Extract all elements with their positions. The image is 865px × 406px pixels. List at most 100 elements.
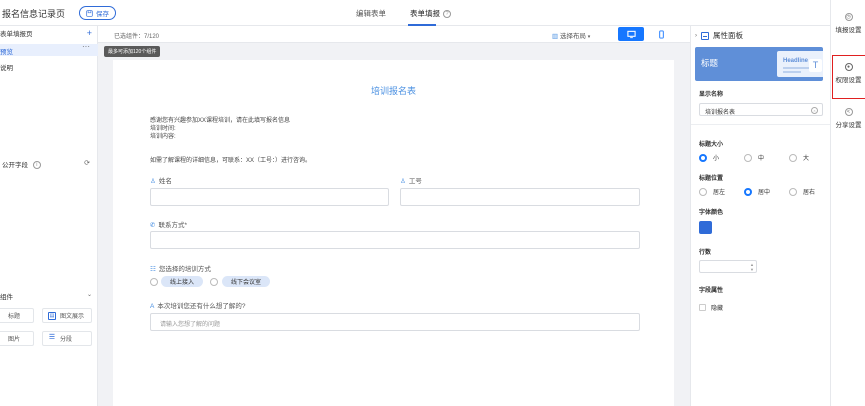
save-icon — [86, 9, 93, 17]
component-section-label: 分段 — [60, 337, 73, 343]
radio-unchecked — [789, 153, 797, 162]
radio-checked — [744, 187, 752, 196]
app-root: 报名信息记录页 保存 编辑表单 表单填报? 表单填报页 + 预览 ··· 说明 … — [0, 0, 865, 406]
info-icon[interactable]: i — [32, 161, 41, 170]
component-section-button[interactable]: ☰ 分段 — [42, 331, 92, 346]
title-size-label: 标题大小 — [699, 142, 724, 148]
phone-field-icon: ✆ — [150, 222, 156, 229]
desc-line: 培训内容: — [150, 134, 176, 140]
fill-settings-button[interactable]: ◷ 填报设置 — [831, 13, 865, 34]
radio-offline[interactable] — [210, 278, 218, 286]
person-icon: ♙ — [400, 178, 406, 185]
size-large-label: 大 — [803, 156, 810, 162]
position-right-label: 居右 — [803, 190, 816, 196]
display-name-label: 显示名称 — [699, 92, 724, 98]
component-image-button[interactable]: 图片 — [0, 331, 34, 346]
form-title[interactable]: 培训报名表 — [113, 84, 674, 97]
form-contact[interactable]: 如需了解课程的详细信息，可联系：XX（工号：）进行咨询。 — [150, 155, 311, 164]
tab-edit-form[interactable]: 编辑表单 — [356, 8, 386, 19]
display-name-input[interactable]: 培训报名表 × — [699, 103, 823, 116]
left-panel: 表单填报页 + 预览 ··· 说明 公开字段 i ⟳ 组件 ⌄ 标题 ▤ 图文展… — [0, 26, 98, 406]
rows-label: 行数 — [699, 250, 712, 256]
fill-settings-label: 填报设置 — [835, 27, 862, 34]
save-button[interactable]: 保存 — [79, 6, 116, 20]
hidden-checkbox[interactable] — [699, 304, 706, 311]
font-color-swatch[interactable] — [699, 221, 712, 234]
add-page-icon[interactable]: + — [87, 28, 92, 38]
public-fields-header: 公开字段 i ⟳ — [0, 159, 98, 171]
phone-input[interactable] — [150, 231, 640, 249]
component-limit-tooltip: 最多可添加120个组件 — [104, 46, 161, 57]
option-offline[interactable]: 线下会议室 — [222, 276, 271, 287]
banner-card-text: Headline — [783, 58, 809, 64]
mobile-view-button[interactable] — [648, 27, 674, 41]
position-center-radio[interactable]: 居中 — [744, 187, 770, 196]
training-mode-label: ☷ 您选择的培训方式 — [150, 263, 211, 273]
properties-title: 属性面板 — [713, 31, 743, 40]
share-settings-label: 分享设置 — [835, 122, 862, 129]
question-label-text: 本次培训您还有什么想了解的? — [157, 303, 246, 310]
layout-select[interactable]: ▥ 选择布局 ▾ — [552, 30, 590, 40]
size-small-radio[interactable]: 小 — [699, 153, 719, 162]
component-title-label: 标题 — [8, 314, 21, 320]
size-large-radio[interactable]: 大 — [789, 153, 809, 162]
refresh-icon[interactable]: ⟳ — [84, 159, 90, 167]
name-input[interactable] — [150, 188, 389, 206]
banner-title: 标题 — [701, 58, 719, 68]
list-icon: ☰ — [48, 333, 56, 341]
phone-icon — [658, 29, 664, 39]
shield-icon: ● — [844, 63, 853, 71]
tab-form-fill[interactable]: 表单填报? — [410, 8, 451, 19]
radio-online[interactable] — [150, 278, 158, 286]
placeholder-line — [783, 67, 809, 69]
chevron-right-icon[interactable]: › — [695, 33, 697, 39]
public-fields-title: 公开字段 — [2, 162, 28, 169]
desktop-view-button[interactable] — [618, 27, 644, 41]
component-image-text-button[interactable]: ▤ 图文展示 — [42, 308, 92, 323]
position-center-label: 居中 — [758, 190, 771, 196]
left-item-preview-label: 预览 — [0, 49, 13, 56]
components-header: 组件 ⌄ — [0, 291, 98, 303]
phone-label: ✆ 联系方式* — [150, 219, 187, 229]
fill-settings-icon: ◷ — [844, 13, 853, 21]
canvas-area: 已选组件：7/120 ▥ 选择布局 ▾ 最多可添加120个组件 培训报名表 感谢… — [98, 26, 690, 406]
chevron-down-icon[interactable]: ⌄ — [87, 291, 92, 298]
form-description[interactable]: 感谢您有兴趣参加XX课程培训，请在此填写报名信息 培训时间: 培训内容: — [150, 117, 290, 141]
training-mode-label-text: 您选择的培训方式 — [158, 266, 211, 273]
layout-icon: ▥ — [552, 33, 559, 40]
left-item-desc-label: 说明 — [0, 65, 13, 72]
position-left-label: 居左 — [713, 190, 726, 196]
image-text-icon: ▤ — [48, 311, 56, 320]
employee-id-label: ♙ 工号 — [400, 175, 422, 185]
question-placeholder: 请输入您想了解的问题 — [160, 322, 221, 328]
name-label-text: 姓名 — [158, 178, 172, 185]
left-item-desc[interactable]: 说明 — [0, 62, 98, 74]
display-name-value: 培训报名表 — [705, 110, 736, 116]
clear-icon[interactable]: × — [811, 107, 818, 114]
component-banner: 标题 Headline T — [695, 47, 823, 81]
field-attr-label: 字段属性 — [699, 288, 724, 294]
employee-id-input[interactable] — [400, 188, 640, 206]
radio-unchecked — [744, 153, 752, 162]
rows-input[interactable]: ▲ ▼ — [699, 260, 757, 273]
stepper-icon[interactable]: ▲ ▼ — [750, 262, 754, 272]
more-icon[interactable]: ··· — [82, 42, 90, 51]
canvas-toolbar: 已选组件：7/120 ▥ 选择布局 ▾ — [98, 26, 690, 43]
component-title-button[interactable]: 标题 — [0, 308, 34, 323]
help-icon[interactable]: ? — [443, 10, 451, 19]
position-right-radio[interactable]: 居右 — [789, 187, 815, 196]
components-title: 组件 — [0, 294, 13, 301]
share-settings-button[interactable]: < 分享设置 — [831, 108, 865, 129]
dropdown-arrow-icon: ▾ — [587, 34, 591, 40]
share-icon: < — [844, 108, 853, 116]
size-medium-radio[interactable]: 中 — [744, 153, 764, 162]
name-label: ♙ 姓名 — [150, 175, 172, 185]
settings-sidebar: ◷ 填报设置 ● 权限设置 < 分享设置 — [830, 0, 865, 406]
component-image-label: 图片 — [8, 337, 21, 343]
permission-settings-button[interactable]: ● 权限设置 — [831, 63, 865, 84]
question-input[interactable]: 请输入您想了解的问题 — [150, 313, 640, 331]
phone-label-text: 联系方式* — [158, 222, 187, 229]
position-left-radio[interactable]: 居左 — [699, 187, 725, 196]
left-item-preview[interactable]: 预览 ··· — [0, 42, 98, 56]
option-online[interactable]: 线上接入 — [161, 276, 204, 287]
